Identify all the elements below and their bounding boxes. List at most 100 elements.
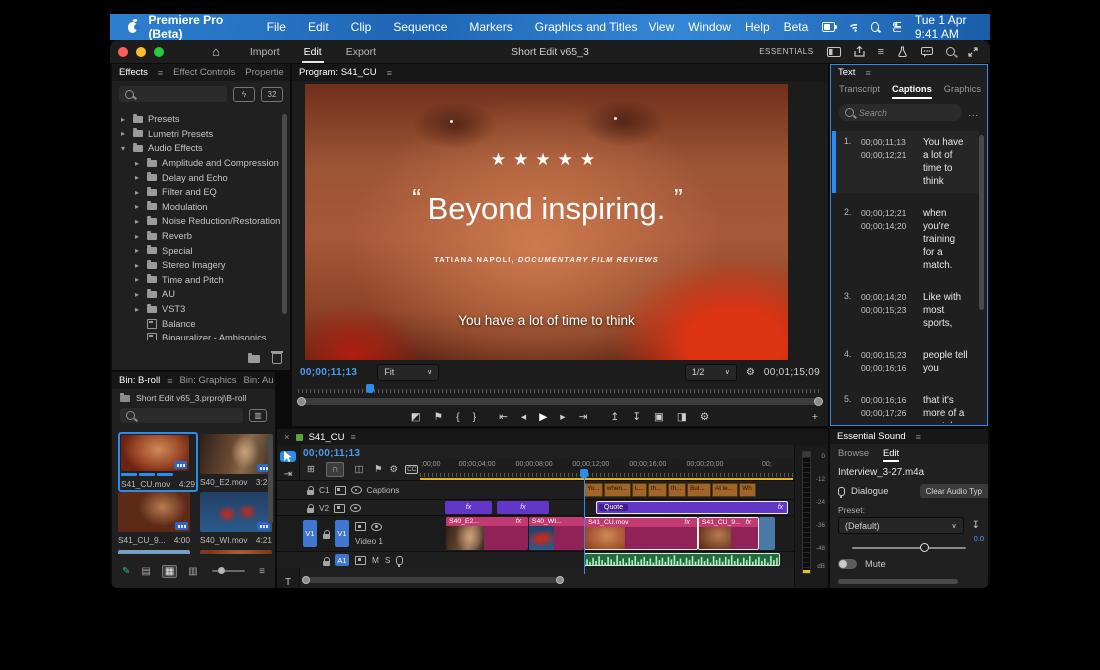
chevron-right-icon[interactable]: ▸ [135,290,142,299]
menu-clip[interactable]: Clip [351,20,372,34]
bin-clip-selected[interactable]: S41_CU.mov 4:29 [118,432,198,492]
menu-window[interactable]: Window [688,20,731,34]
share-icon[interactable] [853,46,865,57]
tab-effects[interactable]: Effects [119,67,148,78]
nest-icon[interactable]: ⊞ [303,463,319,476]
lock-icon[interactable] [307,485,314,495]
chevron-right-icon[interactable]: ▸ [121,129,128,138]
tree-item[interactable]: ▸ Delay and Echo [117,170,280,185]
fit-dropdown[interactable]: Fit ∨ [377,363,440,381]
export-frame-icon[interactable]: ▣ [654,411,664,423]
timeline-hscrollbar[interactable] [302,576,564,584]
lock-icon[interactable] [323,557,330,566]
chevron-right-icon[interactable]: ▸ [135,188,142,197]
bin-clip[interactable]: S40_WI.mov 4:21 [200,492,272,545]
program-scrollbar[interactable] [297,397,823,406]
tab-export[interactable]: Export [346,46,376,58]
tree-item[interactable]: ▸ Presets [117,112,280,127]
panel-menu-icon[interactable]: ≡ [387,68,392,78]
edit-pen-icon[interactable]: ✎ [122,566,130,577]
step-forward-icon[interactable]: ▸ [560,411,565,423]
search-icon[interactable] [946,47,955,56]
linked-selection-icon[interactable]: ◫ [351,463,367,476]
button-editor-icon[interactable]: + [812,411,818,423]
caption-clip[interactable]: when... [603,483,631,497]
wifi-icon[interactable] [849,22,858,32]
settings-wrench-icon[interactable]: ⚙ [746,367,755,378]
tab-edit[interactable]: Edit [883,448,900,462]
program-timecode[interactable]: 00;00;11;13 [300,367,357,378]
tab-edit[interactable]: Edit [301,46,324,63]
caption-clip[interactable]: But... [687,483,711,497]
thumbnail-view-icon[interactable]: ▦ [161,564,178,578]
track-visibility-icon[interactable] [350,486,362,494]
insert-icon[interactable] [355,555,366,565]
chevron-right-icon[interactable]: ▸ [121,115,128,124]
comments-icon[interactable] [921,46,933,57]
volume-value[interactable]: 0.0 [830,534,988,543]
filmstrip-view-icon[interactable]: ▥ [188,566,197,577]
32-bit-badge[interactable]: 32 [261,86,283,102]
timeline-playhead-line[interactable] [584,469,585,574]
tab-browse[interactable]: Browse [838,448,869,458]
a1-track-content[interactable] [420,552,793,568]
zoom-handle-right[interactable] [814,397,823,406]
track-select-forward-tool[interactable]: ⇥ [280,469,296,480]
video-clip-selected[interactable]: S41_CU_9... fx [697,517,760,550]
lock-icon[interactable] [323,530,330,539]
captions-toggle-icon[interactable]: CC [405,465,419,474]
caption-text[interactable]: people tell you [923,349,969,375]
tree-item[interactable]: ▸ Reverb [117,229,280,244]
menu-edit[interactable]: Edit [308,20,329,34]
tree-item[interactable]: ▸ Stereo Imagery [117,258,280,273]
clear-audio-type-button[interactable]: Clear Audio Typ [919,484,988,498]
type-tool[interactable]: T [280,577,296,588]
caption-item[interactable]: 1. 00;00;11;13 00;00;12;21 You have a lot… [832,131,979,193]
bin-clip[interactable] [118,550,190,554]
caption-clip[interactable]: Wh [739,483,757,497]
source-patch-v1[interactable]: V1 [303,520,317,547]
tab-transcript[interactable]: Transcript [839,84,880,94]
menu-graphics-titles[interactable]: Graphics and Titles [535,20,638,34]
lock-icon[interactable] [307,503,314,513]
comparison-view-icon[interactable]: ◨ [677,411,687,423]
tree-item[interactable]: Balance [117,316,280,331]
add-marker-icon[interactable]: ⚑ [374,464,383,475]
close-window-button[interactable] [118,46,128,57]
bin-clip[interactable]: S41_CU_9... 4:00 [118,492,190,545]
caption-text[interactable]: that it's more of a mental challenge [923,394,969,423]
menu-sequence[interactable]: Sequence [393,20,447,34]
tab-captions[interactable]: Captions [891,84,932,99]
extract-icon[interactable]: ↧ [632,411,641,423]
chevron-right-icon[interactable]: ▸ [135,232,142,241]
volume-slider[interactable] [852,543,966,552]
video-clip[interactable]: S40_WI... [528,517,585,550]
caption-text[interactable]: when you're training for a match. [923,207,969,272]
lift-icon[interactable]: ↥ [610,411,619,423]
tab-program[interactable]: Program: S41_CU [299,67,377,78]
monitor-settings-icon[interactable]: ⚙ [700,411,709,423]
audio-type-label[interactable]: Dialogue [851,486,889,497]
audio-meters[interactable]: 0 -12 -24 -36 -48 dB [794,445,828,588]
battery-icon[interactable] [822,22,837,32]
list-view-icon[interactable]: ▤ [141,566,150,577]
effects-search-input[interactable] [119,86,227,102]
captions-track-content[interactable]: Yo... when... L... th... th... But... At… [420,481,793,500]
caption-clip[interactable]: Yo... [584,483,603,497]
delete-icon[interactable] [271,351,283,364]
chevron-right-icon[interactable]: ▸ [135,217,142,226]
caption-clip[interactable]: th... [647,483,667,497]
caption-item[interactable]: 3. 00;00;14;20 00;00;15;23 Like with most… [832,286,979,335]
bin-scrollbar[interactable] [268,434,273,524]
graphics-clip-quote[interactable]: Quote fx [596,501,789,514]
panel-menu-icon[interactable]: ≡ [916,432,921,442]
mute-toggle[interactable] [838,559,857,569]
caption-item[interactable]: 4. 00;00;15;23 00;00;16;16 people tell yo… [832,344,979,380]
menu-markers[interactable]: Markers [469,20,512,34]
tab-bin-broll[interactable]: Bin: B-roll [119,375,160,386]
timeline-ruler[interactable]: ;00;00 00;00;04;00 00;00;08;00 00;00;12;… [420,459,793,478]
video-clip-selected[interactable]: S41_CU.mov fx [584,517,698,550]
menu-view[interactable]: View [648,20,674,34]
v2-track-content[interactable]: fx fx Quote fx [420,500,793,516]
track-visibility-icon[interactable] [371,522,382,531]
